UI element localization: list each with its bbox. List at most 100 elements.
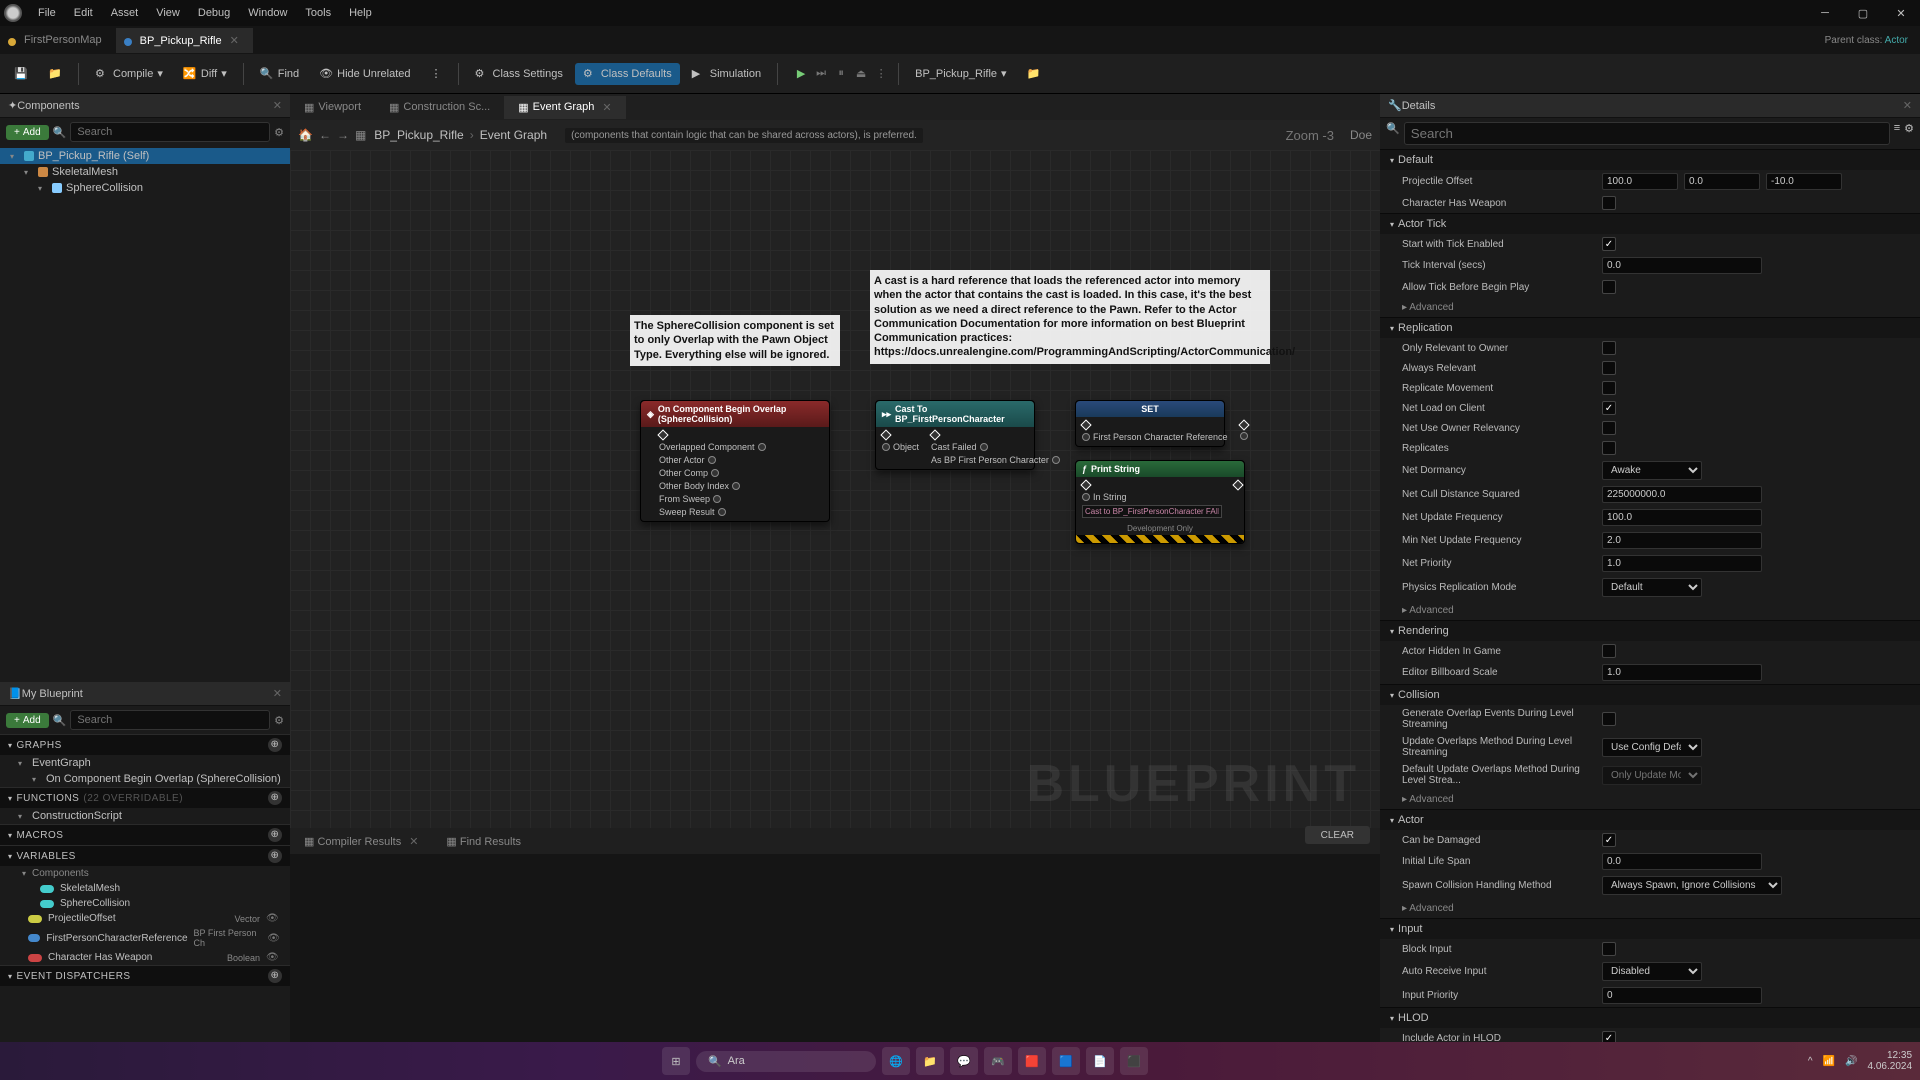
- step-button[interactable]: ⏭: [812, 67, 830, 80]
- find-button[interactable]: Find: [252, 63, 307, 85]
- details-category[interactable]: ▾Actor: [1380, 809, 1920, 830]
- blueprint-row[interactable]: ▾On Component Begin Overlap (SphereColli…: [0, 771, 290, 787]
- node-event-overlap[interactable]: ◈On Component Begin Overlap (SphereColli…: [640, 400, 830, 522]
- number-input[interactable]: [1602, 987, 1762, 1004]
- task-app-icon[interactable]: 🟦: [1052, 1047, 1080, 1075]
- gear-icon[interactable]: ⚙: [274, 126, 284, 139]
- nav-home-icon[interactable]: 🏠: [298, 128, 313, 142]
- task-app-icon[interactable]: 🟥: [1018, 1047, 1046, 1075]
- select-input[interactable]: Awake: [1602, 461, 1702, 480]
- add-blueprint-button[interactable]: + Add: [6, 713, 49, 728]
- main-tab[interactable]: FirstPersonMap: [0, 28, 116, 52]
- play-more[interactable]: ⋮: [872, 67, 890, 80]
- select-input[interactable]: Use Config Default: [1602, 738, 1702, 757]
- gear-icon[interactable]: ⚙: [1904, 122, 1914, 145]
- number-input[interactable]: [1602, 509, 1762, 526]
- node-set[interactable]: SET First Person Character Reference: [1075, 400, 1225, 447]
- task-app-icon[interactable]: 🎮: [984, 1047, 1012, 1075]
- details-category[interactable]: ▾Rendering: [1380, 620, 1920, 641]
- blueprint-row[interactable]: ProjectileOffsetVector👁: [0, 911, 290, 926]
- play-button[interactable]: ▶: [792, 67, 810, 80]
- graph-tab[interactable]: ▦Viewport: [290, 96, 375, 119]
- menu-file[interactable]: File: [30, 3, 64, 23]
- parent-class-link[interactable]: Actor: [1885, 35, 1908, 46]
- number-input[interactable]: [1602, 664, 1762, 681]
- graph-tab[interactable]: ▦Event Graph✕: [504, 96, 625, 119]
- nav-fwd-icon[interactable]: →: [337, 128, 349, 142]
- category-header[interactable]: ▾MACROS⊕: [0, 824, 290, 845]
- main-tab[interactable]: BP_Pickup_Rifle✕: [116, 28, 253, 53]
- vec-input[interactable]: [1684, 173, 1760, 190]
- details-category[interactable]: ▾Input: [1380, 918, 1920, 939]
- details-row[interactable]: ▸ Advanced: [1380, 297, 1920, 317]
- clear-button[interactable]: CLEAR: [1305, 826, 1370, 844]
- graph-comment[interactable]: A cast is a hard reference that loads th…: [870, 270, 1270, 364]
- checkbox[interactable]: [1602, 441, 1616, 455]
- category-header[interactable]: ▾EVENT DISPATCHERS⊕: [0, 965, 290, 986]
- checkbox[interactable]: [1602, 942, 1616, 956]
- close-button[interactable]: ✕: [1886, 7, 1916, 20]
- menu-tools[interactable]: Tools: [297, 3, 339, 23]
- details-category[interactable]: ▾HLOD: [1380, 1007, 1920, 1028]
- select-input[interactable]: Always Spawn, Ignore Collisions: [1602, 876, 1782, 895]
- diff-button[interactable]: Diff▾: [175, 63, 235, 85]
- blueprint-row[interactable]: ▾EventGraph: [0, 755, 290, 771]
- details-category[interactable]: ▾Collision: [1380, 684, 1920, 705]
- volume-icon[interactable]: 🔊: [1845, 1056, 1857, 1067]
- filter-icon[interactable]: ≡: [1894, 122, 1900, 145]
- task-app-icon[interactable]: 📁: [916, 1047, 944, 1075]
- close-panel-icon[interactable]: ✕: [273, 99, 282, 112]
- save-button[interactable]: [6, 63, 36, 85]
- pause-button[interactable]: ⏸: [832, 67, 850, 80]
- graph-comment[interactable]: The SphereCollision component is set to …: [630, 315, 840, 366]
- checkbox[interactable]: [1602, 833, 1616, 847]
- vec-input[interactable]: [1602, 173, 1678, 190]
- print-string-value[interactable]: [1082, 505, 1222, 518]
- checkbox[interactable]: [1602, 401, 1616, 415]
- task-app-icon[interactable]: 📄: [1086, 1047, 1114, 1075]
- checkbox[interactable]: [1602, 381, 1616, 395]
- nav-back-icon[interactable]: ←: [319, 128, 331, 142]
- checkbox[interactable]: [1602, 712, 1616, 726]
- hide-unrelated-button[interactable]: Hide Unrelated: [311, 63, 418, 85]
- node-print-string[interactable]: ƒPrint String In String Development Only: [1075, 460, 1245, 544]
- graph-tab[interactable]: ▦Construction Sc...: [375, 96, 504, 119]
- checkbox[interactable]: [1602, 361, 1616, 375]
- event-graph-canvas[interactable]: The SphereCollision component is set to …: [290, 150, 1380, 828]
- details-category[interactable]: ▾Default: [1380, 149, 1920, 170]
- menu-debug[interactable]: Debug: [190, 3, 238, 23]
- checkbox[interactable]: [1602, 341, 1616, 355]
- number-input[interactable]: [1602, 486, 1762, 503]
- stop-button[interactable]: ⏏: [852, 67, 870, 80]
- start-button[interactable]: ⊞: [662, 1047, 690, 1075]
- blueprint-row[interactable]: SphereCollision: [0, 896, 290, 911]
- results-tab[interactable]: ▦ Compiler Results✕: [290, 830, 432, 853]
- details-category[interactable]: ▾Actor Tick: [1380, 213, 1920, 234]
- details-row[interactable]: ▸ Advanced: [1380, 789, 1920, 809]
- number-input[interactable]: [1602, 853, 1762, 870]
- task-app-icon[interactable]: 🌐: [882, 1047, 910, 1075]
- menu-edit[interactable]: Edit: [66, 3, 101, 23]
- category-header[interactable]: ▾GRAPHS⊕: [0, 734, 290, 755]
- select-input[interactable]: Default: [1602, 578, 1702, 597]
- close-panel-icon[interactable]: ✕: [273, 687, 282, 700]
- node-cast[interactable]: ▸▸Cast To BP_FirstPersonCharacter Object…: [875, 400, 1035, 470]
- components-search-input[interactable]: [70, 122, 270, 142]
- component-row[interactable]: ▾SphereCollision: [0, 180, 290, 196]
- checkbox[interactable]: [1602, 280, 1616, 294]
- close-panel-icon[interactable]: ✕: [1903, 99, 1912, 112]
- component-row[interactable]: ▾SkeletalMesh: [0, 164, 290, 180]
- details-row[interactable]: ▸ Advanced: [1380, 898, 1920, 918]
- category-header[interactable]: ▾FUNCTIONS (22 OVERRIDABLE)⊕: [0, 787, 290, 808]
- task-app-icon[interactable]: 💬: [950, 1047, 978, 1075]
- blueprint-row[interactable]: FirstPersonCharacterReferenceBP First Pe…: [0, 926, 290, 950]
- minimize-button[interactable]: ─: [1810, 7, 1840, 20]
- details-row[interactable]: ▸ Advanced: [1380, 600, 1920, 620]
- add-component-button[interactable]: + Add: [6, 125, 49, 140]
- blueprint-row[interactable]: ▾ConstructionScript: [0, 808, 290, 824]
- chevron-up-icon[interactable]: ^: [1808, 1056, 1813, 1067]
- menu-window[interactable]: Window: [240, 3, 295, 23]
- number-input[interactable]: [1602, 257, 1762, 274]
- results-tab[interactable]: ▦ Find Results: [432, 830, 535, 853]
- checkbox[interactable]: [1602, 421, 1616, 435]
